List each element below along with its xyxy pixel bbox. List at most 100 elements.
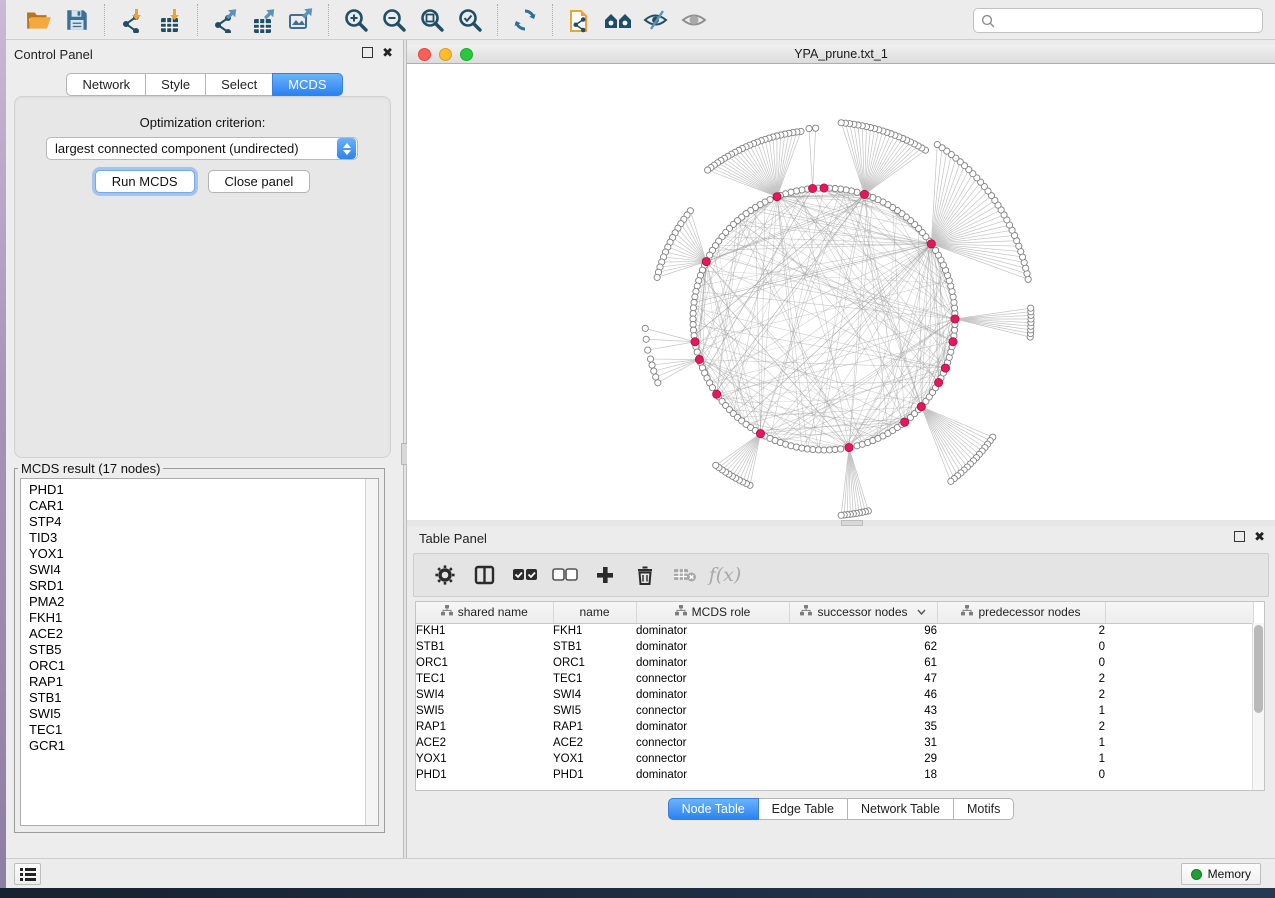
zoom-in-button[interactable]	[337, 4, 375, 36]
cell-successor-nodes[interactable]: 46	[789, 687, 937, 703]
table-tab-network-table[interactable]: Network Table	[847, 798, 954, 820]
table-row[interactable]: TEC1TEC1connector472	[416, 671, 1253, 687]
cell-predecessor-nodes[interactable]: 2	[937, 623, 1105, 639]
table-row[interactable]: PHD1PHD1dominator180	[416, 767, 1253, 783]
cell-shared-name[interactable]: FKH1	[416, 623, 553, 639]
open-file-button[interactable]	[20, 4, 58, 36]
mcds-result-node[interactable]: CAR1	[21, 498, 378, 514]
cell-predecessor-nodes[interactable]: 0	[937, 767, 1105, 783]
search-input[interactable]	[1000, 14, 1255, 28]
hide-panel-button[interactable]	[637, 4, 675, 36]
zoom-fit-button[interactable]	[413, 4, 451, 36]
refresh-button[interactable]	[506, 4, 544, 36]
show-panel-button[interactable]	[675, 4, 713, 36]
mcds-result-node[interactable]: STB1	[21, 690, 378, 706]
mcds-result-node[interactable]: ACE2	[21, 626, 378, 642]
table-row[interactable]: STB1STB1dominator620	[416, 639, 1253, 655]
mcds-result-node[interactable]: GCR1	[21, 738, 378, 754]
cell-name[interactable]: STB1	[553, 639, 636, 655]
cell-MCDS-role[interactable]: dominator	[636, 655, 789, 671]
column-header-shared-name[interactable]: shared name	[416, 602, 553, 623]
table-tab-node-table[interactable]: Node Table	[668, 798, 759, 820]
cell-shared-name[interactable]: PHD1	[416, 767, 553, 783]
table-scrollbar-thumb[interactable]	[1254, 625, 1263, 713]
cell-name[interactable]: YOX1	[553, 751, 636, 767]
cell-predecessor-nodes[interactable]: 2	[937, 687, 1105, 703]
cell-predecessor-nodes[interactable]: 2	[937, 671, 1105, 687]
cell-successor-nodes[interactable]: 29	[789, 751, 937, 767]
close-panel-button[interactable]: Close panel	[208, 170, 311, 193]
table-row[interactable]: ORC1ORC1dominator610	[416, 655, 1253, 671]
table-row[interactable]: SWI4SWI4dominator462	[416, 687, 1253, 703]
column-header-MCDS-role[interactable]: MCDS role	[636, 602, 789, 623]
import-table-button[interactable]	[151, 4, 189, 36]
tab-network[interactable]: Network	[66, 73, 146, 96]
search-field[interactable]	[973, 8, 1263, 33]
table-settings-button[interactable]	[432, 560, 458, 590]
cell-MCDS-role[interactable]: connector	[636, 751, 789, 767]
cell-predecessor-nodes[interactable]: 2	[937, 719, 1105, 735]
optimization-criterion-select[interactable]: largest connected component (undirected)	[46, 137, 358, 160]
cell-predecessor-nodes[interactable]: 1	[937, 751, 1105, 767]
mcds-list-scrollbar[interactable]	[365, 479, 378, 825]
cell-shared-name[interactable]: ORC1	[416, 655, 553, 671]
network-window-titlebar[interactable]: YPA_prune.txt_1	[407, 45, 1275, 64]
mcds-result-node[interactable]: SRD1	[21, 578, 378, 594]
cell-predecessor-nodes[interactable]: 0	[937, 639, 1105, 655]
cell-name[interactable]: SWI4	[553, 687, 636, 703]
column-header-successor-nodes[interactable]: successor nodes	[789, 602, 937, 623]
cell-shared-name[interactable]: RAP1	[416, 719, 553, 735]
memory-button[interactable]: Memory	[1181, 863, 1261, 885]
cell-successor-nodes[interactable]: 62	[789, 639, 937, 655]
cell-predecessor-nodes[interactable]: 0	[937, 655, 1105, 671]
cell-MCDS-role[interactable]: dominator	[636, 623, 789, 639]
cell-name[interactable]: FKH1	[553, 623, 636, 639]
cell-name[interactable]: PHD1	[553, 767, 636, 783]
cell-name[interactable]: SWI5	[553, 703, 636, 719]
cell-MCDS-role[interactable]: connector	[636, 703, 789, 719]
add-column-button[interactable]	[592, 560, 618, 590]
column-header-name[interactable]: name	[553, 602, 636, 623]
cell-MCDS-role[interactable]: dominator	[636, 767, 789, 783]
network-graph[interactable]	[407, 64, 1275, 520]
cell-successor-nodes[interactable]: 47	[789, 671, 937, 687]
export-image-button[interactable]	[282, 4, 320, 36]
cell-shared-name[interactable]: SWI5	[416, 703, 553, 719]
deselect-all-button[interactable]	[552, 560, 578, 590]
table-row[interactable]: FKH1FKH1dominator962	[416, 623, 1253, 639]
cell-name[interactable]: ORC1	[553, 655, 636, 671]
mcds-result-node[interactable]: SWI4	[21, 562, 378, 578]
select-all-button[interactable]	[512, 560, 538, 590]
cell-successor-nodes[interactable]: 31	[789, 735, 937, 751]
float-panel-icon[interactable]	[362, 47, 373, 58]
export-network-button[interactable]	[206, 4, 244, 36]
network-view-canvas[interactable]	[407, 64, 1275, 520]
cell-name[interactable]: TEC1	[553, 671, 636, 687]
mcds-result-node[interactable]: YOX1	[21, 546, 378, 562]
tab-style[interactable]: Style	[145, 73, 206, 96]
cell-MCDS-role[interactable]: connector	[636, 735, 789, 751]
cell-MCDS-role[interactable]: dominator	[636, 719, 789, 735]
table-tab-edge-table[interactable]: Edge Table	[758, 798, 848, 820]
mcds-result-node[interactable]: TEC1	[21, 722, 378, 738]
cell-predecessor-nodes[interactable]: 1	[937, 735, 1105, 751]
save-session-button[interactable]	[58, 4, 96, 36]
cell-successor-nodes[interactable]: 18	[789, 767, 937, 783]
mcds-result-node[interactable]: SWI5	[21, 706, 378, 722]
cell-successor-nodes[interactable]: 35	[789, 719, 937, 735]
cell-MCDS-role[interactable]: dominator	[636, 639, 789, 655]
delete-column-button[interactable]	[632, 560, 658, 590]
mcds-result-node[interactable]: STB5	[21, 642, 378, 658]
export-table-button[interactable]	[244, 4, 282, 36]
cell-shared-name[interactable]: ACE2	[416, 735, 553, 751]
mcds-result-node[interactable]: FKH1	[21, 610, 378, 626]
table-row[interactable]: YOX1YOX1connector291	[416, 751, 1253, 767]
cell-name[interactable]: RAP1	[553, 719, 636, 735]
mcds-result-node[interactable]: TID3	[21, 530, 378, 546]
cell-name[interactable]: ACE2	[553, 735, 636, 751]
mcds-result-node[interactable]: PMA2	[21, 594, 378, 610]
zoom-out-button[interactable]	[375, 4, 413, 36]
cell-shared-name[interactable]: STB1	[416, 639, 553, 655]
table-row[interactable]: ACE2ACE2connector311	[416, 735, 1253, 751]
task-history-button[interactable]	[14, 863, 41, 885]
